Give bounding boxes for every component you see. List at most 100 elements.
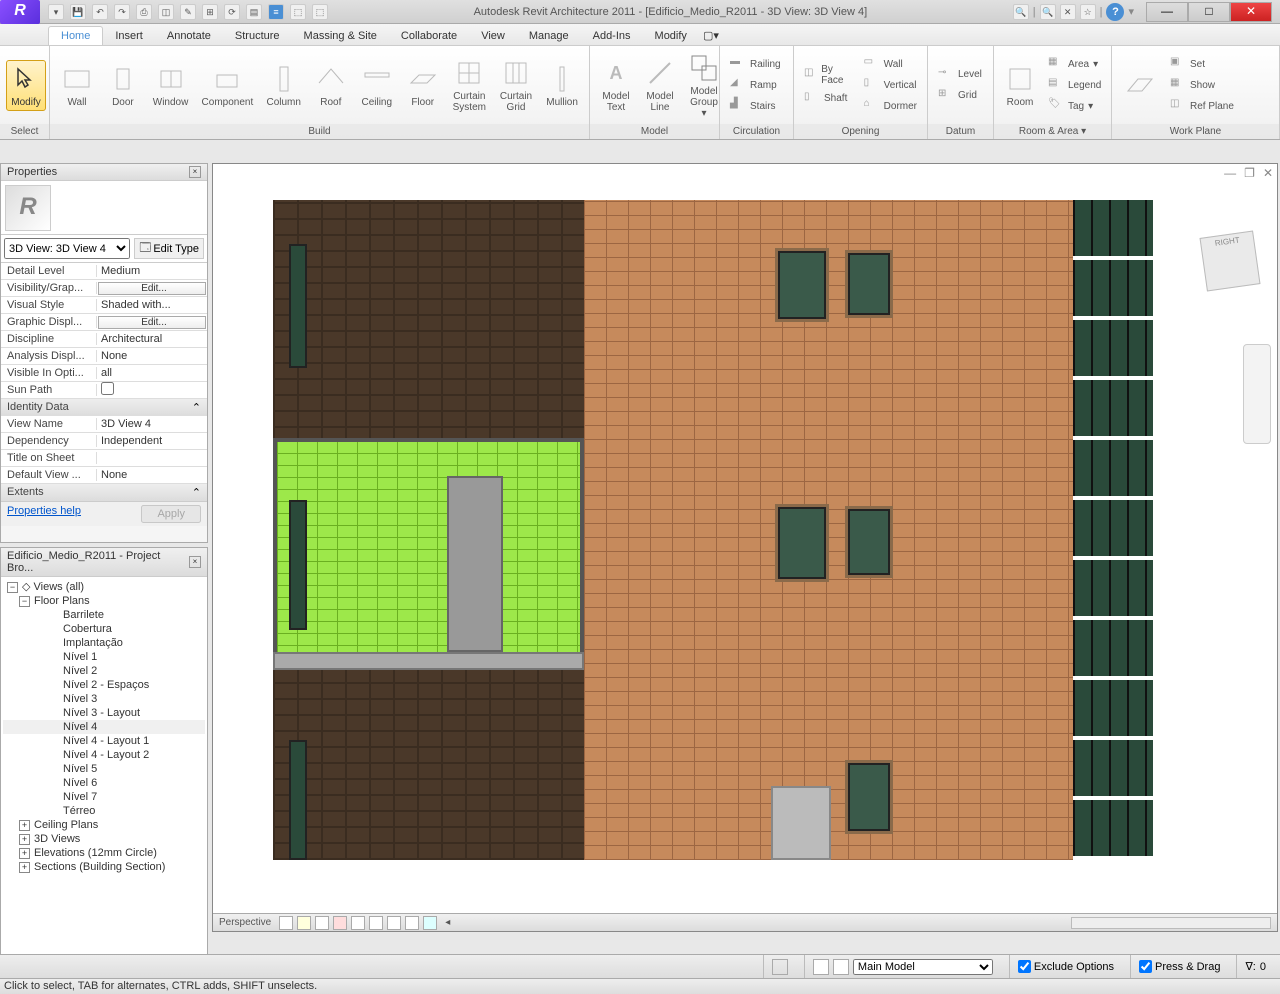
area-button[interactable]: ▦Area ▾ [1044, 54, 1105, 74]
apply-button[interactable]: Apply [141, 505, 201, 523]
view-mode-label[interactable]: Perspective [219, 917, 271, 928]
tree-item[interactable]: Nível 6 [3, 776, 205, 790]
scene-3d[interactable] [273, 200, 1219, 885]
door-button[interactable]: Door [102, 61, 144, 110]
project-tree[interactable]: −◇ Views (all) −Floor Plans BarrileteCob… [1, 577, 207, 954]
nav-left-icon[interactable]: ◂ [445, 917, 450, 928]
temphide-icon[interactable] [405, 916, 419, 930]
filter-icon[interactable]: ∇: [1245, 960, 1255, 973]
tree-item[interactable]: Nível 1 [3, 650, 205, 664]
tree-item[interactable]: Nível 2 [3, 664, 205, 678]
visual-style-icon[interactable] [279, 916, 293, 930]
press-drag-checkbox[interactable] [1139, 960, 1152, 973]
railing-button[interactable]: ▬Railing [726, 54, 785, 74]
qat-icon[interactable]: ⬚ [290, 4, 306, 20]
property-row[interactable]: Visual StyleShaded with... [1, 297, 207, 314]
tree-item[interactable]: Nível 4 - Layout 1 [3, 734, 205, 748]
tree-item[interactable]: Nível 3 - Layout [3, 706, 205, 720]
property-row[interactable]: DisciplineArchitectural [1, 331, 207, 348]
modify-button[interactable]: Modify [6, 60, 46, 111]
legend-button[interactable]: ▤Legend [1044, 75, 1105, 95]
workplane-icon-button[interactable] [1118, 67, 1162, 103]
sync-icon[interactable]: ⟳ [224, 4, 240, 20]
set-button[interactable]: ▣Set [1166, 54, 1238, 74]
tab-home[interactable]: Home [48, 26, 103, 45]
properties-header[interactable]: Properties × [1, 164, 207, 181]
room-button[interactable]: Room [1000, 61, 1040, 110]
model-text-button[interactable]: AModelText [596, 55, 636, 115]
tree-group-floorplans[interactable]: −Floor Plans [3, 594, 205, 608]
exclude-options-checkbox[interactable] [1018, 960, 1031, 973]
ramp-button[interactable]: ◢Ramp [726, 75, 785, 95]
properties-help-link[interactable]: Properties help [7, 505, 81, 523]
tab-modify[interactable]: Modify [643, 27, 699, 45]
ribbon-expand-icon[interactable]: ▢▾ [699, 26, 723, 45]
main-model-select[interactable]: Main Model [853, 959, 993, 975]
mullion-button[interactable]: Mullion [541, 61, 583, 110]
tab-addins[interactable]: Add-Ins [581, 27, 643, 45]
tree-item[interactable]: Nível 3 [3, 692, 205, 706]
ceiling-button[interactable]: Ceiling [356, 61, 398, 110]
qat-icon[interactable]: ⬚ [312, 4, 328, 20]
search-icon[interactable]: 🔍 [1040, 4, 1056, 20]
floor-button[interactable]: Floor [402, 61, 444, 110]
tree-group[interactable]: +Elevations (12mm Circle) [3, 846, 205, 860]
section-identity[interactable]: Identity Data⌃ [1, 399, 207, 416]
curtain-grid-button[interactable]: CurtainGrid [495, 55, 537, 115]
tree-group[interactable]: +Ceiling Plans [3, 818, 205, 832]
property-row[interactable]: Visibility/Grap...Edit... [1, 280, 207, 297]
sun-icon[interactable] [297, 916, 311, 930]
model-group-button[interactable]: ModelGroup ▾ [684, 49, 724, 122]
qat-icon[interactable]: ◫ [158, 4, 174, 20]
unlock-icon[interactable] [387, 916, 401, 930]
property-row[interactable]: Sun Path [1, 382, 207, 399]
dormer-button[interactable]: ⌂Dormer [860, 96, 921, 116]
help-icon[interactable]: ? [1106, 3, 1124, 21]
tab-structure[interactable]: Structure [223, 27, 292, 45]
print-icon[interactable]: ⎙ [136, 4, 152, 20]
save-icon[interactable]: 💾 [70, 4, 86, 20]
tree-group[interactable]: +3D Views [3, 832, 205, 846]
level-button[interactable]: ⊸Level [934, 65, 986, 85]
qat-icon[interactable]: ▤ [246, 4, 262, 20]
favorite-icon[interactable]: ☆ [1080, 4, 1096, 20]
grid-button[interactable]: ⊞Grid [934, 86, 986, 106]
column-button[interactable]: Column [262, 61, 306, 110]
tab-massing[interactable]: Massing & Site [292, 27, 389, 45]
section-extents[interactable]: Extents⌃ [1, 484, 207, 501]
byface-button[interactable]: ◫By Face [800, 62, 856, 88]
stairs-button[interactable]: ▟Stairs [726, 96, 785, 116]
tree-group[interactable]: +Sections (Building Section) [3, 860, 205, 874]
close-button[interactable]: ✕ [1230, 2, 1272, 22]
window-button[interactable]: Window [148, 61, 193, 110]
restore-view-icon[interactable]: ❐ [1244, 166, 1255, 180]
tree-item[interactable]: Implantação [3, 636, 205, 650]
vertical-button[interactable]: ▯Vertical [860, 75, 921, 95]
undo-icon[interactable]: ↶ [92, 4, 108, 20]
navigation-bar[interactable] [1243, 344, 1271, 444]
tree-root[interactable]: −◇ Views (all) [3, 579, 205, 594]
tree-item[interactable]: Cobertura [3, 622, 205, 636]
view-scrollbar[interactable] [1071, 917, 1271, 929]
tree-item[interactable]: Nível 4 [3, 720, 205, 734]
shaft-button[interactable]: ▯Shaft [800, 89, 856, 109]
viewport-3d[interactable]: — ❐ ✕ RIGHT Perspective [212, 163, 1278, 932]
wall-opening-button[interactable]: ▭Wall [860, 54, 921, 74]
close-icon[interactable]: × [189, 556, 201, 568]
minimize-button[interactable]: — [1146, 2, 1188, 22]
crop-region-icon[interactable] [369, 916, 383, 930]
app-logo[interactable]: R [0, 0, 40, 24]
refplane-button[interactable]: ◫Ref Plane [1166, 96, 1238, 116]
model-line-button[interactable]: ModelLine [640, 55, 680, 115]
qat-icon[interactable]: ⊞ [202, 4, 218, 20]
roof-button[interactable]: Roof [310, 61, 352, 110]
tab-annotate[interactable]: Annotate [155, 27, 223, 45]
browser-header[interactable]: Edificio_Medio_R2011 - Project Bro... × [1, 548, 207, 577]
maximize-button[interactable]: □ [1188, 2, 1230, 22]
reveal-icon[interactable] [423, 916, 437, 930]
property-row[interactable]: Visible In Opti...all [1, 365, 207, 382]
binoculars-icon[interactable]: 🔍 [1013, 4, 1029, 20]
design-options-icon2[interactable] [833, 959, 849, 975]
minimize-view-icon[interactable]: — [1224, 166, 1236, 180]
tab-collaborate[interactable]: Collaborate [389, 27, 469, 45]
